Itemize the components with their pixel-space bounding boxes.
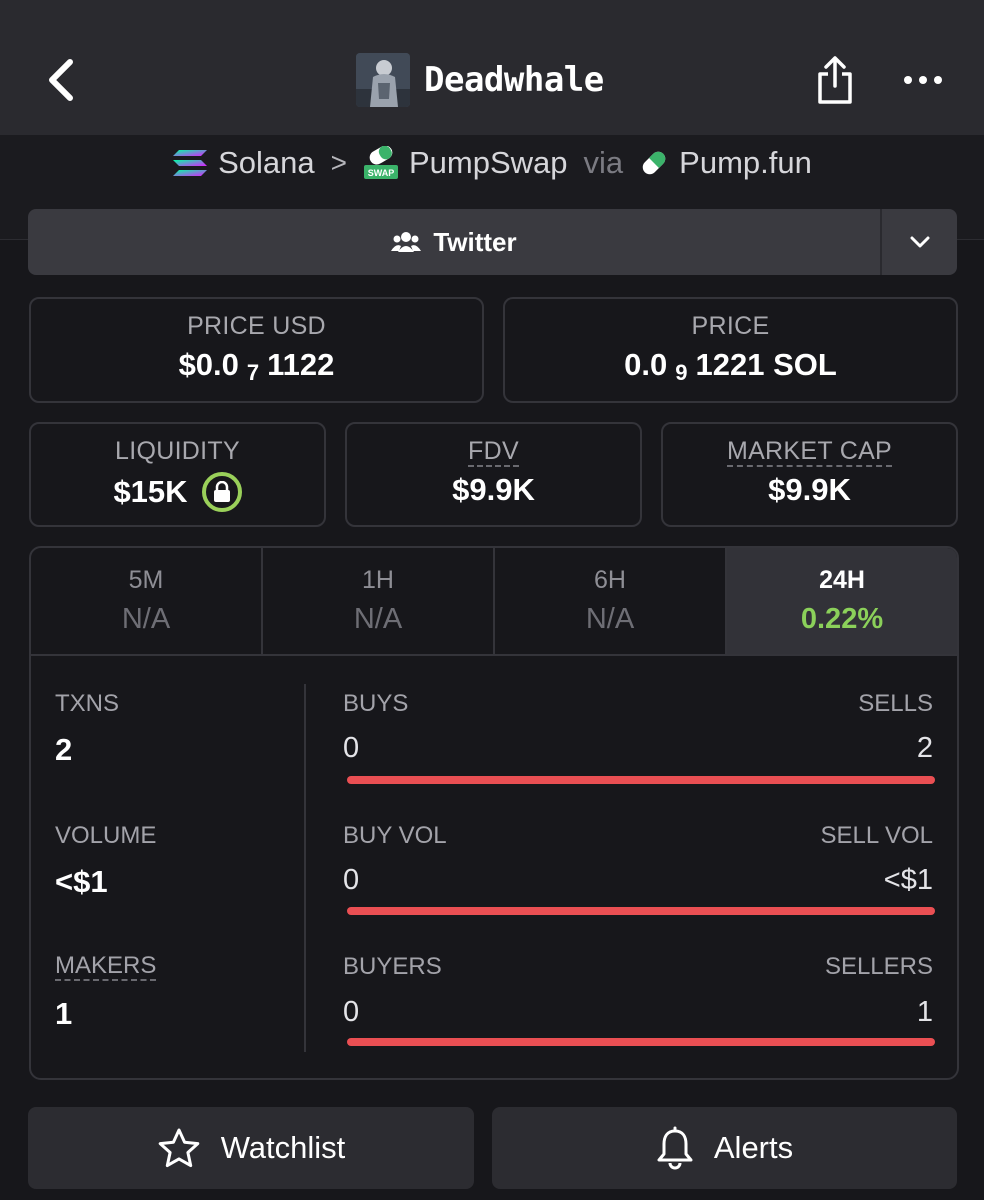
fdv-label-wrap: FDV: [468, 437, 519, 467]
breadcrumb-chain[interactable]: Solana: [218, 145, 315, 181]
market-cap-card: MARKET CAP $9.9K: [661, 422, 958, 527]
stats-panel: 5M N/A 1H N/A 6H N/A 24H 0.22% TXNS 2 VO…: [29, 546, 959, 1080]
txns-label: TXNS: [55, 690, 120, 717]
stats-divider: [304, 684, 306, 1052]
fdv-label[interactable]: FDV: [468, 437, 519, 467]
tab-6h[interactable]: 6H N/A: [495, 548, 727, 654]
chevron-down-icon: [910, 236, 929, 248]
pumpswap-icon: SWAP: [363, 146, 399, 180]
makers-sell-bar: [347, 1038, 935, 1046]
sellers-label: SELLERS: [824, 953, 933, 980]
chevron-left-icon: [49, 59, 73, 101]
price-usd-zero-count: 7: [246, 360, 260, 385]
volume-label: VOLUME: [55, 822, 157, 849]
pumpswap-badge-text: SWAP: [368, 168, 395, 178]
price-usd-digits: 1122: [267, 347, 335, 382]
price-usd-label: PRICE USD: [187, 312, 326, 340]
users-icon: [391, 232, 422, 252]
breadcrumb-dex[interactable]: PumpSwap: [409, 145, 568, 181]
price-native-card: PRICE 0.0 9 1221 SOL: [503, 297, 958, 403]
makers-value: 1: [55, 996, 73, 1031]
more-horizontal-icon: [904, 76, 942, 84]
volume-value: <$1: [55, 864, 108, 899]
share-icon: [818, 56, 852, 104]
sell-vol-label: SELL VOL: [820, 822, 933, 849]
timeframe-tabs: 5M N/A 1H N/A 6H N/A 24H 0.22%: [31, 548, 957, 656]
liquidity-card: LIQUIDITY $15K: [29, 422, 326, 527]
socials-bar: Twitter: [28, 209, 957, 275]
liquidity-locked-badge[interactable]: [201, 472, 242, 512]
tab-1h[interactable]: 1H N/A: [263, 548, 495, 654]
tab-24h[interactable]: 24H 0.22%: [727, 548, 957, 654]
liquidity-value: $15K: [113, 474, 188, 509]
twitter-button[interactable]: Twitter: [28, 209, 880, 275]
txns-sell-bar: [347, 776, 935, 784]
solana-icon: [172, 148, 208, 178]
tab-change: N/A: [585, 603, 635, 635]
market-cap-value: $9.9K: [768, 472, 851, 507]
price-native-prefix: 0.0: [624, 347, 668, 382]
liquidity-label: LIQUIDITY: [115, 437, 240, 465]
breadcrumb-launchpad[interactable]: Pump.fun: [679, 145, 812, 181]
breadcrumb-separator: >: [330, 147, 347, 178]
more-button[interactable]: [894, 60, 952, 100]
breadcrumb-via: via: [583, 145, 624, 180]
star-icon: [158, 1128, 200, 1168]
watchlist-label: Watchlist: [220, 1130, 346, 1165]
tab-change: 0.22%: [800, 603, 884, 635]
price-native-digits: 1221 SOL: [695, 347, 837, 382]
alerts-button[interactable]: Alerts: [492, 1107, 957, 1189]
fdv-value: $9.9K: [452, 472, 535, 507]
socials-expand-button[interactable]: [882, 209, 957, 275]
price-native-value: 0.0 9 1221 SOL: [624, 347, 837, 385]
token-title: Deadwhale: [424, 60, 604, 100]
tab-change: N/A: [353, 603, 403, 635]
buyers-label: BUYERS: [343, 953, 442, 980]
tab-5m[interactable]: 5M N/A: [31, 548, 263, 654]
tab-label: 6H: [594, 566, 626, 594]
tab-label: 5M: [128, 566, 164, 594]
tab-label: 24H: [819, 566, 865, 594]
volume-sell-bar: [347, 907, 935, 915]
tab-change: N/A: [121, 603, 171, 635]
price-usd-card: PRICE USD $0.0 7 1122: [29, 297, 484, 403]
buys-value: 0: [343, 732, 360, 764]
liquidity-value-row: $15K: [113, 472, 242, 512]
buys-label: BUYS: [343, 690, 409, 717]
sellers-value: 1: [916, 996, 933, 1028]
price-native-label: PRICE: [691, 312, 770, 340]
fdv-card: FDV $9.9K: [345, 422, 642, 527]
buyers-value: 0: [343, 996, 360, 1028]
alerts-label: Alerts: [713, 1130, 794, 1165]
makers-label[interactable]: MAKERS: [55, 953, 157, 981]
buy-vol-label: BUY VOL: [343, 822, 447, 849]
price-native-zero-count: 9: [675, 360, 688, 385]
lock-icon: [213, 481, 230, 502]
sells-label: SELLS: [858, 690, 933, 717]
price-usd-value: $0.0 7 1122: [178, 347, 335, 385]
token-header: Deadwhale: [356, 52, 604, 108]
sell-vol-value: <$1: [883, 864, 933, 896]
market-cap-label-wrap: MARKET CAP: [726, 437, 893, 467]
watchlist-button[interactable]: Watchlist: [28, 1107, 474, 1189]
buy-vol-value: 0: [343, 864, 360, 896]
tab-label: 1H: [362, 566, 394, 594]
share-button[interactable]: [808, 50, 862, 110]
market-cap-label[interactable]: MARKET CAP: [726, 437, 893, 467]
sells-value: 2: [916, 732, 933, 764]
pumpfun-icon: [639, 148, 669, 178]
txns-value: 2: [55, 732, 73, 767]
price-usd-prefix: $0.0: [178, 347, 239, 382]
bell-icon: [657, 1126, 693, 1170]
back-button[interactable]: [36, 52, 86, 108]
twitter-label: Twitter: [433, 226, 517, 257]
token-avatar: [356, 53, 410, 107]
breadcrumb: Solana > SWAP PumpSwap via Pump.fun: [0, 140, 984, 186]
